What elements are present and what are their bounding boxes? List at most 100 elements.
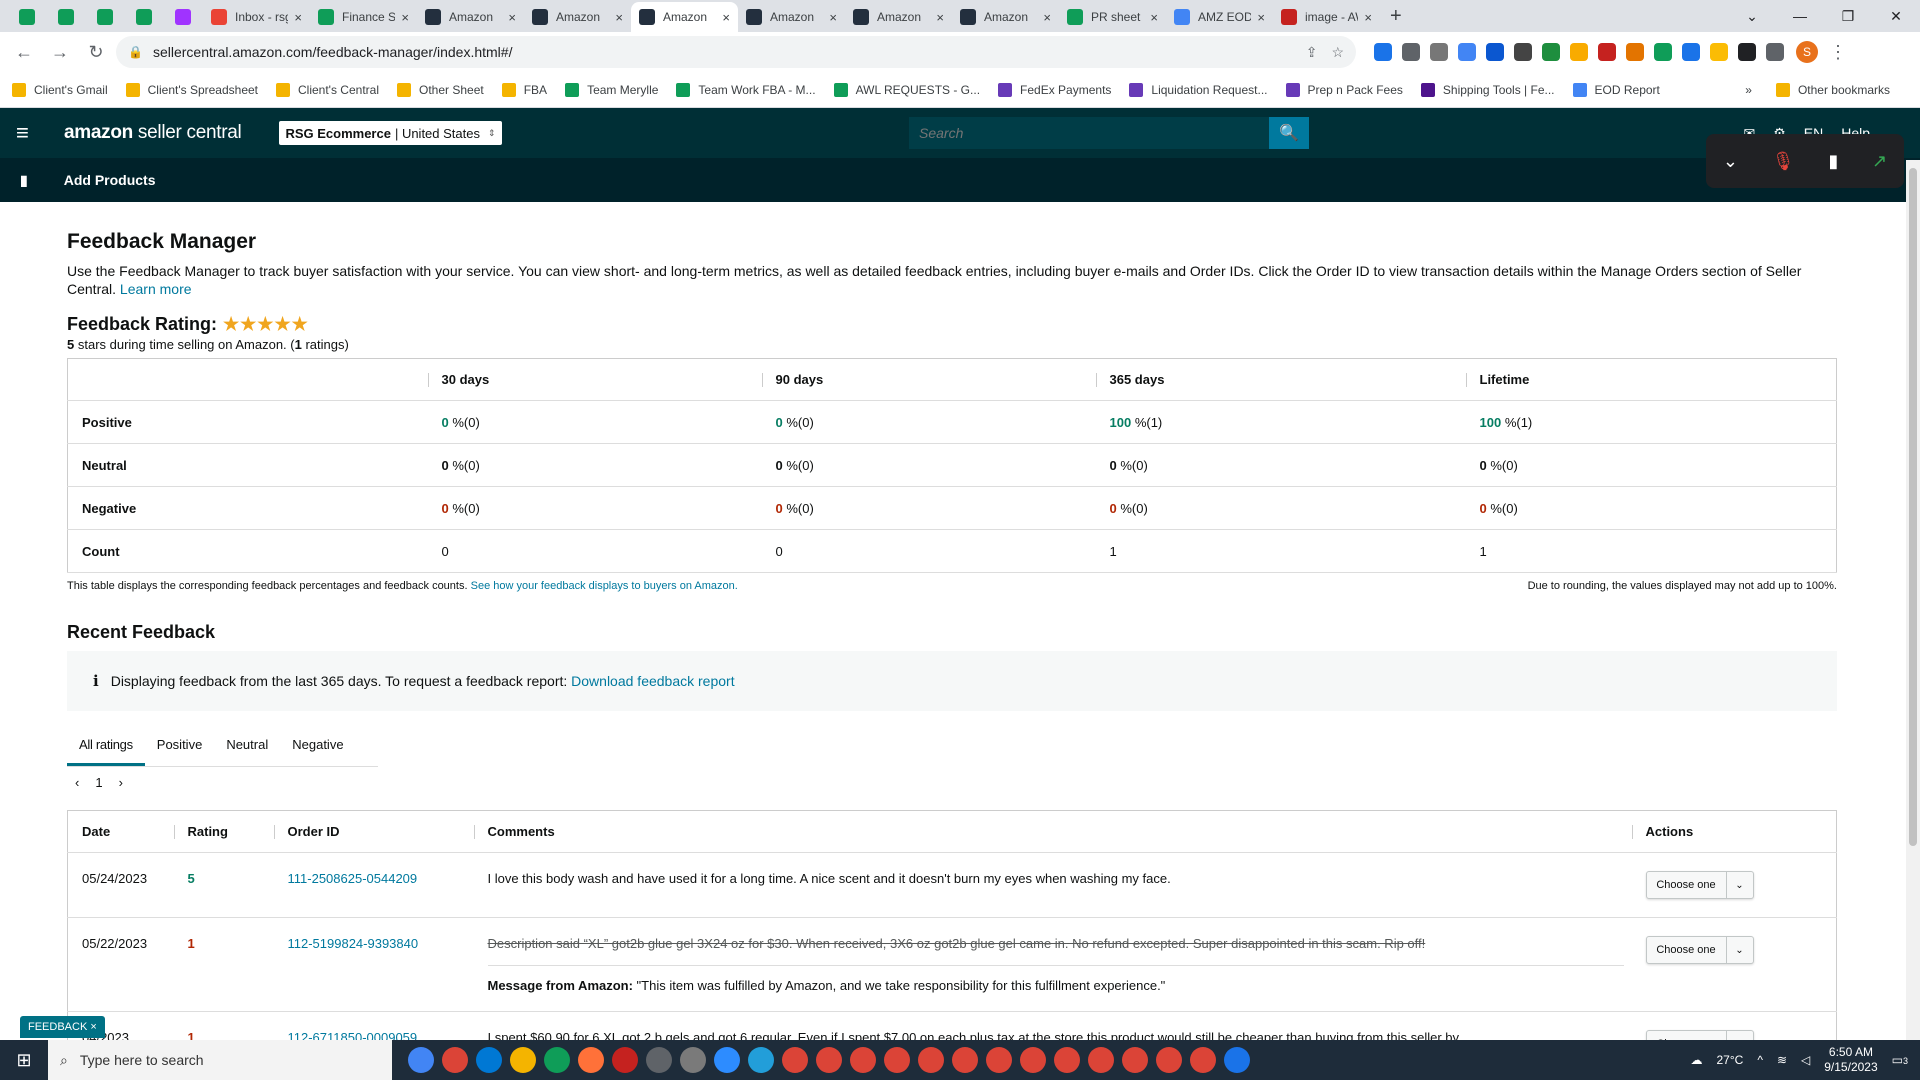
close-tab-icon[interactable]: × xyxy=(829,10,837,25)
bookmark-star-icon[interactable]: ☆ xyxy=(1331,44,1344,61)
bookmark-item[interactable]: Liquidation Request... xyxy=(1129,82,1268,97)
browser-tab[interactable]: Amazon × xyxy=(417,2,524,32)
scrollbar-thumb[interactable] xyxy=(1909,168,1917,846)
extension-icon[interactable] xyxy=(1654,43,1672,61)
order-id-link[interactable]: 112-5199824-9393840 xyxy=(288,936,419,951)
reload-icon[interactable]: ↻ xyxy=(80,36,112,68)
seller-search-input[interactable] xyxy=(909,117,1269,149)
chevron-down-icon[interactable]: ⌄ xyxy=(1727,937,1753,963)
learn-more-link[interactable]: Learn more xyxy=(120,281,192,297)
bookmark-item[interactable]: Shipping Tools | Fe... xyxy=(1420,82,1555,97)
page-scrollbar[interactable] xyxy=(1906,160,1920,1080)
open-external-icon[interactable]: ↗ xyxy=(1872,151,1887,172)
browser-tab[interactable]: Amazon × xyxy=(845,2,952,32)
r-app-icon[interactable] xyxy=(1224,1047,1250,1073)
hamburger-menu-icon[interactable]: ≡ xyxy=(16,120,38,146)
bookmark-item[interactable]: Other Sheet xyxy=(397,82,484,97)
browser-tab[interactable]: image - AWL × xyxy=(1273,2,1380,32)
firefox-icon[interactable] xyxy=(578,1047,604,1073)
lock-icon[interactable]: 🔒 xyxy=(128,45,143,59)
chrome-icon[interactable] xyxy=(952,1047,978,1073)
tab-negative[interactable]: Negative xyxy=(280,725,355,766)
store-selector[interactable]: RSG Ecommerce | United States ⇕ xyxy=(279,121,502,145)
next-page-chevron-icon[interactable]: › xyxy=(119,775,123,790)
choose-action-dropdown[interactable]: Choose one⌄ xyxy=(1645,871,1754,899)
tab-search-icon[interactable]: ⌄ xyxy=(1728,0,1776,32)
more-vert-icon[interactable]: ⋮ xyxy=(1822,36,1854,68)
taskview-icon[interactable] xyxy=(408,1047,434,1073)
close-tab-icon[interactable]: × xyxy=(1150,10,1158,25)
browser-tab[interactable]: Amazon × xyxy=(524,2,631,32)
weather-temp[interactable]: 27°C xyxy=(1717,1053,1744,1067)
minimize-icon[interactable]: — xyxy=(1776,0,1824,32)
new-tab-button[interactable]: + xyxy=(1390,5,1402,28)
browser-tab[interactable] xyxy=(8,2,47,32)
close-tab-icon[interactable]: × xyxy=(508,10,516,25)
bookmark-item[interactable]: Team Merylle xyxy=(565,82,658,97)
extension-icon[interactable] xyxy=(1598,43,1616,61)
notification-icon[interactable]: ▭3 xyxy=(1892,1053,1908,1067)
browser-tab[interactable]: AMZ EOD Re × xyxy=(1166,2,1273,32)
url-bar[interactable]: 🔒 sellercentral.amazon.com/feedback-mana… xyxy=(116,36,1356,68)
chrome-icon[interactable] xyxy=(816,1047,842,1073)
back-icon[interactable]: ← xyxy=(8,36,40,68)
chrome-icon[interactable] xyxy=(1020,1047,1046,1073)
mail-app-icon[interactable] xyxy=(476,1047,502,1073)
browser-tab[interactable] xyxy=(47,2,86,32)
seller-central-logo[interactable]: amazon seller central xyxy=(64,122,242,144)
close-tab-icon[interactable]: × xyxy=(1043,10,1051,25)
feedback-badge-button[interactable]: FEEDBACK × xyxy=(20,1016,105,1038)
extension-icon[interactable] xyxy=(1458,43,1476,61)
profile-avatar[interactable]: S xyxy=(1796,41,1818,63)
chrome-icon[interactable] xyxy=(544,1047,570,1073)
file-explorer-icon[interactable] xyxy=(510,1047,536,1073)
browser-tab[interactable]: Inbox - rsge × xyxy=(203,2,310,32)
maximize-icon[interactable]: ❐ xyxy=(1824,0,1872,32)
extension-icon[interactable] xyxy=(1402,43,1420,61)
bookmark-item[interactable]: Prep n Pack Fees xyxy=(1285,82,1403,97)
url-text[interactable]: sellercentral.amazon.com/feedback-manage… xyxy=(153,44,1306,60)
other-bookmarks[interactable]: Other bookmarks xyxy=(1775,82,1890,97)
bookmark-icon[interactable]: ▮ xyxy=(20,172,28,189)
chrome-icon[interactable] xyxy=(782,1047,808,1073)
mic-off-icon[interactable]: 🎙 xyxy=(1772,151,1795,172)
feedback-display-link[interactable]: See how your feedback displays to buyers… xyxy=(471,580,738,592)
browser-tab[interactable]: PR sheet Da × xyxy=(1059,2,1166,32)
chrome-icon[interactable] xyxy=(1156,1047,1182,1073)
close-tab-icon[interactable]: × xyxy=(401,10,409,25)
sidepanel-icon[interactable] xyxy=(1766,43,1784,61)
close-tab-icon[interactable]: × xyxy=(294,10,302,25)
extension-icon[interactable] xyxy=(1542,43,1560,61)
extension-icon[interactable] xyxy=(1570,43,1588,61)
chrome-icon[interactable] xyxy=(918,1047,944,1073)
close-window-icon[interactable]: ✕ xyxy=(1872,0,1920,32)
page-number[interactable]: 1 xyxy=(95,775,102,790)
bookmark-item[interactable]: FedEx Payments xyxy=(998,82,1111,97)
bookmark-item[interactable]: AWL REQUESTS - G... xyxy=(833,82,980,97)
tab-positive[interactable]: Positive xyxy=(145,725,215,766)
bookmark-item[interactable]: EOD Report xyxy=(1572,82,1660,97)
bookmark-item[interactable]: Client's Spreadsheet xyxy=(125,82,258,97)
search-icon[interactable]: 🔍 xyxy=(1269,117,1309,149)
bookmark-item[interactable]: FBA xyxy=(501,82,547,97)
volume-icon[interactable]: ◁ xyxy=(1801,1053,1810,1067)
extension-icon[interactable] xyxy=(1682,43,1700,61)
browser-tab[interactable] xyxy=(164,2,203,32)
network-icon[interactable]: ≋ xyxy=(1777,1053,1787,1067)
bookmark-item[interactable]: Client's Gmail xyxy=(12,82,108,97)
collapse-chevron-icon[interactable]: ⌄ xyxy=(1723,151,1738,172)
browser-tab[interactable]: Amazon × xyxy=(631,2,738,32)
close-tab-icon[interactable]: × xyxy=(1257,10,1265,25)
puzzle-icon[interactable] xyxy=(1738,43,1756,61)
chrome-icon[interactable] xyxy=(442,1047,468,1073)
choose-action-dropdown[interactable]: Choose one⌄ xyxy=(1645,936,1754,964)
chrome-icon[interactable] xyxy=(1088,1047,1114,1073)
clock[interactable]: 6:50 AM 9/15/2023 xyxy=(1824,1045,1877,1075)
telegram-icon[interactable] xyxy=(748,1047,774,1073)
forward-icon[interactable]: → xyxy=(44,36,76,68)
close-tab-icon[interactable]: × xyxy=(615,10,623,25)
camera-icon[interactable]: ▮ xyxy=(1828,151,1838,172)
tray-chevron-icon[interactable]: ^ xyxy=(1757,1053,1763,1067)
extension-icon[interactable] xyxy=(1374,43,1392,61)
calculator-icon[interactable] xyxy=(646,1047,672,1073)
